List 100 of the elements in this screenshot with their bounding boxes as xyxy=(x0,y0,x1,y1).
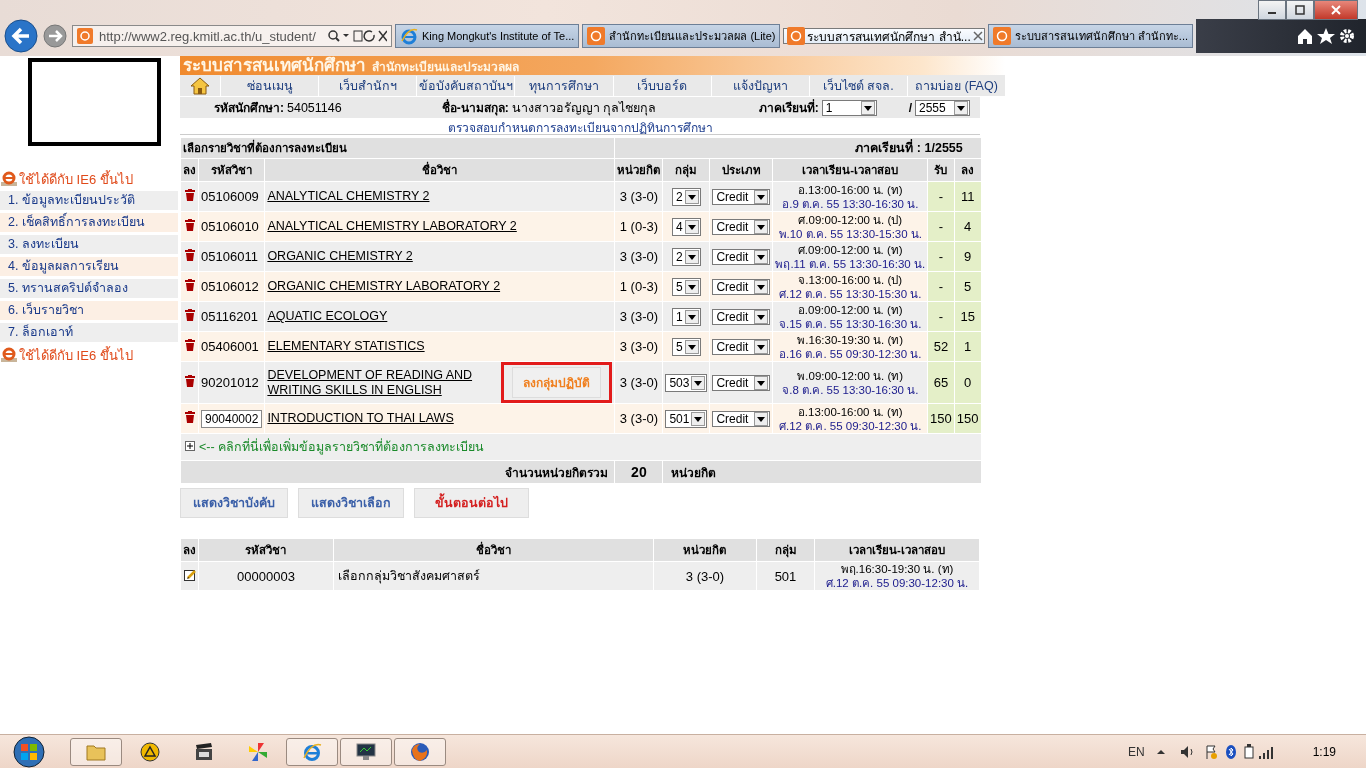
column-header: ชื่อวิชา xyxy=(264,158,615,182)
site-icon xyxy=(587,27,606,45)
type-select[interactable]: Credit xyxy=(712,410,771,427)
browser-tools-icon[interactable] xyxy=(1296,27,1356,45)
sidebar-item[interactable]: 5. ทรานสคริปต์จำลอง xyxy=(0,279,178,299)
browser-icon xyxy=(0,347,18,363)
browser-tab[interactable]: King Mongkut's Institute of Te... xyxy=(395,24,580,48)
section-select[interactable]: 2 xyxy=(672,187,701,206)
section-select[interactable]: 5 xyxy=(672,337,701,356)
nav-link[interactable]: เว็บไซต์ สจล. xyxy=(808,75,907,96)
class-time: จ.13:00-16:00 น. (ป) xyxy=(797,272,904,287)
start-button[interactable] xyxy=(10,735,48,768)
expand-icon[interactable] xyxy=(185,441,195,451)
column-header: ลง xyxy=(180,158,199,182)
home-icon[interactable] xyxy=(190,76,210,95)
field-label: ภาคเรียนที่: xyxy=(758,98,819,117)
course-code-field[interactable]: 90040002 xyxy=(201,409,263,428)
trash-icon[interactable] xyxy=(184,309,195,321)
type-select[interactable]: Credit xyxy=(712,374,771,391)
add-course-link[interactable]: <-- คลิกที่นี่เพื่อเพิ่มข้อมูลรายวิชาที่ต้องการลงทะเบียน xyxy=(199,440,485,454)
close-button[interactable] xyxy=(1314,0,1358,20)
column-header: รหัสวิชา xyxy=(198,538,334,562)
semester-select[interactable]: 1 xyxy=(821,99,877,116)
column-header: เวลาเรียน-เวลาสอบ xyxy=(814,538,980,562)
type-select[interactable]: Credit xyxy=(712,278,771,295)
nav-link[interactable]: ถามบ่อย (FAQ) xyxy=(906,75,1005,96)
trash-icon[interactable] xyxy=(184,375,195,387)
sidebar-item[interactable]: 7. ล็อกเอาท์ xyxy=(0,323,178,343)
action-button[interactable]: แสดงวิชาเลือก xyxy=(298,488,404,518)
taskbar-app[interactable] xyxy=(394,737,446,766)
semester-label: ภาคเรียนที่ : 1/2555 xyxy=(614,137,981,159)
nav-link[interactable]: ข้อบังคับสถาบันฯ xyxy=(416,75,515,96)
exam-time: พ.10 ต.ค. 55 13:30-15:30 น. xyxy=(777,226,924,241)
sidebar-item[interactable]: 6. เว็บรายวิชา xyxy=(0,301,178,321)
year-select[interactable]: 2555 xyxy=(915,99,970,116)
table-cell: 3 (3-0) xyxy=(653,561,757,591)
exam-time: ศ.12 ต.ค. 55 09:30-12:30 น. xyxy=(778,418,923,433)
clock: 1:19 xyxy=(1312,744,1336,759)
type-select[interactable]: Credit xyxy=(712,218,771,235)
class-time: อ.13:00-16:00 น. (ท) xyxy=(796,404,904,419)
trash-icon[interactable] xyxy=(184,279,195,291)
close-icon[interactable] xyxy=(972,31,983,41)
minimize-button[interactable] xyxy=(1258,0,1286,20)
calendar-link[interactable]: ตรวจสอบกำหนดการลงทะเบียนจากปฏิทินการศึกษา xyxy=(447,121,713,135)
language-indicator[interactable]: EN xyxy=(1127,744,1145,759)
course-code: 05406001 xyxy=(201,339,259,354)
trash-icon[interactable] xyxy=(184,189,195,201)
trash-icon[interactable] xyxy=(184,339,195,351)
course-code: 05116201 xyxy=(201,309,258,324)
action-button[interactable]: แสดงวิชาบังคับ xyxy=(180,488,288,518)
section-select[interactable]: 4 xyxy=(672,217,701,236)
sidebar-item[interactable]: 1. ข้อมูลทะเบียนประวัติ xyxy=(0,191,178,211)
table-cell: 501 xyxy=(756,561,815,591)
trash-icon[interactable] xyxy=(184,249,195,261)
type-select[interactable]: Credit xyxy=(712,308,771,325)
trash-icon[interactable] xyxy=(184,219,195,231)
class-time: พ.09:00-12:00 น. (ท) xyxy=(796,368,905,383)
nav-link[interactable]: เว็บบอร์ด xyxy=(612,75,711,96)
section-select[interactable]: 5 xyxy=(672,277,701,296)
browser-tab[interactable]: ระบบสารสนเทศนักศึกษา สำนักทะ... xyxy=(987,24,1194,48)
maximize-button[interactable] xyxy=(1286,0,1314,20)
type-select[interactable]: Credit xyxy=(712,188,771,205)
sidebar-item[interactable]: 4. ข้อมูลผลการเรียน xyxy=(0,257,178,277)
course-link[interactable]: AQUATIC ECOLOGY xyxy=(267,309,388,324)
sidebar-item[interactable]: 3. ลงทะเบียน xyxy=(0,235,178,255)
class-time: พ.16:30-19:30 น. (ท) xyxy=(796,332,905,347)
back-icon[interactable] xyxy=(4,19,38,53)
browser-icon xyxy=(400,27,418,45)
browser-tab[interactable]: ระบบสารสนเทศนักศึกษา สำนั... xyxy=(783,28,985,44)
nav-link[interactable]: ซ่อนเมนู xyxy=(220,75,319,96)
edit-icon[interactable] xyxy=(183,568,196,581)
trash-icon[interactable] xyxy=(184,411,195,423)
nav-link[interactable]: เว็บสำนักฯ xyxy=(318,75,417,96)
course-link[interactable]: DEVELOPMENT OF READING AND WRITING SKILLS IN ENGLISH xyxy=(267,367,498,398)
site-title: ระบบสารสนเทศนักศึกษา xyxy=(183,56,366,75)
type-select[interactable]: Credit xyxy=(712,248,771,265)
monitor-icon xyxy=(356,742,376,761)
student-id: 54051146 xyxy=(287,100,342,115)
type-select[interactable]: Credit xyxy=(712,338,771,355)
address-bar[interactable]: http://www2.reg.kmitl.ac.th/u_student/ xyxy=(72,25,392,47)
maximize-icon xyxy=(1295,5,1305,15)
forward-icon[interactable] xyxy=(43,24,67,48)
browser-tab[interactable]: สำนักทะเบียนและประมวลผล (Lite) xyxy=(582,24,781,48)
taskbar-app[interactable] xyxy=(340,737,392,766)
sidebar-item[interactable]: 2. เช็คสิทธิ์การลงทะเบียน xyxy=(0,213,178,233)
note-text: ใช้ได้ดีกับ IE6 ขึ้นไป xyxy=(19,169,133,189)
section-select[interactable]: 2 xyxy=(672,247,701,266)
table-cell: 00000003 xyxy=(198,561,334,591)
section-select[interactable]: 501 xyxy=(665,409,708,428)
exam-time: อ.16 ต.ค. 55 09:30-12:30 น. xyxy=(778,346,923,361)
column-header: กลุ่ม xyxy=(756,538,815,562)
address-tools-icon[interactable] xyxy=(327,29,387,43)
section-select[interactable]: 503 xyxy=(665,373,708,392)
nav-link[interactable]: แจ้งปัญหา xyxy=(710,75,809,96)
action-button[interactable]: ขั้นตอนต่อไป xyxy=(414,488,529,518)
field-label: รหัสนักศึกษา: xyxy=(214,100,284,117)
nav-link[interactable]: ทุนการศึกษา xyxy=(514,75,613,96)
class-time: อ.13:00-16:00 น. (ท) xyxy=(796,182,904,197)
section-select[interactable]: 1 xyxy=(672,307,701,326)
site-icon xyxy=(787,27,806,45)
